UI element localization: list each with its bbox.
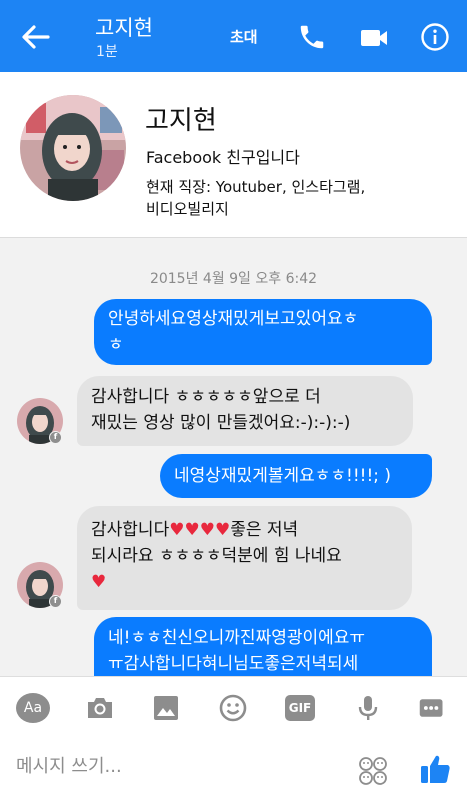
image-icon[interactable]: [150, 692, 182, 724]
emoji-icon[interactable]: [217, 692, 249, 724]
profile-avatar[interactable]: [20, 95, 126, 201]
message-text-line: ♥: [91, 572, 107, 592]
contact-name[interactable]: 고지현: [95, 12, 153, 42]
message-text-line: 네영상재밌게볼게요ㅎㅎ!!!!; ): [174, 466, 392, 486]
text-style-button[interactable]: Aa: [16, 693, 50, 723]
message-text-line: 네!ㅎㅎ친신오니까진짜영광이에요ㅠ: [108, 628, 366, 648]
composer-toolbar: Aa GIF: [0, 676, 467, 738]
message-text-line: 되시라요 ㅎㅎㅎㅎ덕분에 힘 나네요: [91, 546, 342, 566]
message-bubble-incoming[interactable]: 감사합니다 ㅎㅎㅎㅎㅎ앞으로 더 재밌는 영상 많이 만들겠어요:-):-):-…: [77, 376, 413, 446]
message-text-line: ㅠ감사합니다혀니님도좋은저녁되세: [108, 654, 359, 674]
message-input[interactable]: [16, 756, 316, 777]
last-active-status: 1분: [96, 44, 118, 60]
conversation-header: 고지현 1분 초대: [0, 0, 467, 72]
thread-timestamp: 2015년 4월 9일 오후 6:42: [149, 271, 318, 287]
profile-card: 고지현 Facebook 친구입니다 현재 직장: Youtuber, 인스타그…: [0, 72, 467, 238]
facebook-badge-icon: f: [49, 431, 62, 444]
message-bubble-incoming[interactable]: 감사합니다♥♥♥♥좋은 저녁 되시라요 ㅎㅎㅎㅎ덕분에 힘 나네요 ♥: [77, 506, 412, 610]
work-info-line: 비디오빌리지: [146, 200, 229, 218]
work-info-line: 현재 직장: Youtuber, 인스타그램,: [146, 178, 366, 196]
phone-icon[interactable]: [297, 22, 327, 52]
thumbs-up-icon[interactable]: [418, 752, 452, 786]
video-camera-icon[interactable]: [359, 24, 389, 52]
more-icon[interactable]: [418, 692, 446, 724]
info-icon[interactable]: [420, 22, 450, 52]
message-text-line: 재밌는 영상 많이 만들겠어요:-):-):-): [91, 413, 351, 433]
sticker-icon[interactable]: [358, 756, 388, 786]
message-bubble-outgoing[interactable]: 안녕하세요영상재밌게보고있어요ㅎ ㅎ: [94, 299, 432, 365]
invite-button[interactable]: 초대: [230, 26, 258, 47]
message-text-line: 감사합니다 ㅎㅎㅎㅎㅎ앞으로 더: [91, 387, 321, 407]
profile-name: 고지현: [145, 106, 217, 136]
message-thread[interactable]: 2015년 4월 9일 오후 6:42 안녕하세요영상재밌게보고있어요ㅎ ㅎ f…: [0, 238, 467, 676]
friend-status: Facebook 친구입니다: [146, 148, 300, 167]
message-text-line: ㅎ: [108, 335, 124, 355]
facebook-badge-icon: f: [49, 595, 62, 608]
camera-icon[interactable]: [84, 692, 116, 724]
microphone-icon[interactable]: [352, 692, 384, 724]
work-info: 현재 직장: Youtuber, 인스타그램, 비디오빌리지: [146, 176, 446, 220]
message-bubble-outgoing[interactable]: 네!ㅎㅎ친신오니까진짜영광이에요ㅠ ㅠ감사합니다혀니님도좋은저녁되세: [94, 617, 432, 676]
back-arrow-icon[interactable]: [18, 20, 52, 54]
message-composer: [0, 738, 467, 800]
message-bubble-outgoing[interactable]: 네영상재밌게볼게요ㅎㅎ!!!!; ): [160, 454, 432, 498]
message-text-line: 안녕하세요영상재밌게보고있어요ㅎ: [108, 309, 359, 329]
message-text-line: 감사합니다♥♥♥♥좋은 저녁: [91, 520, 299, 540]
gif-icon[interactable]: GIF: [285, 695, 315, 721]
